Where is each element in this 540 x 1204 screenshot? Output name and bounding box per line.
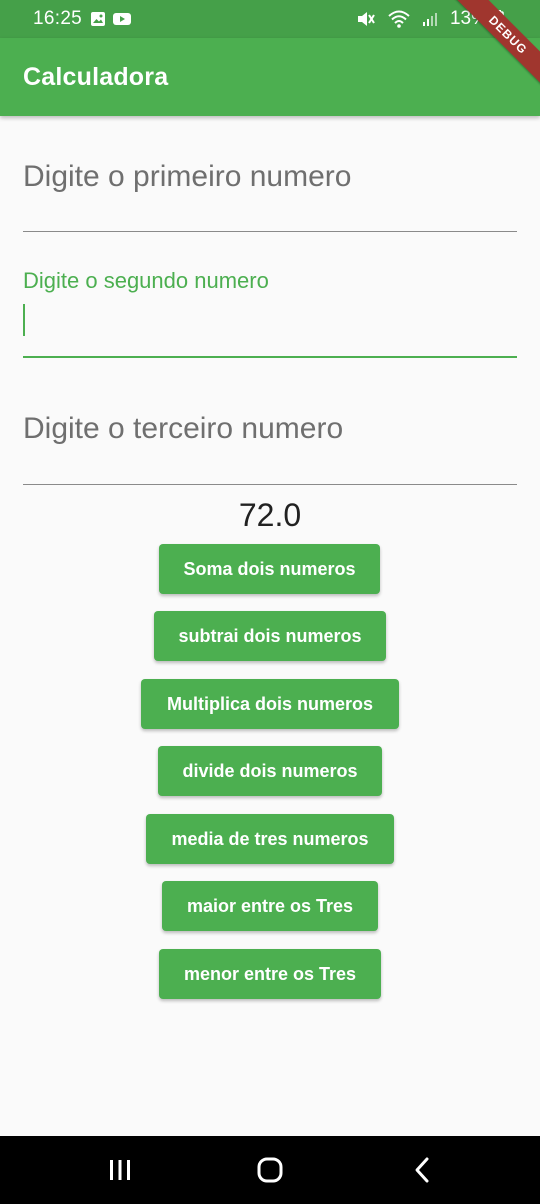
home-icon: [257, 1157, 283, 1183]
second-number-field[interactable]: Digite o segundo numero: [23, 266, 517, 360]
app-bar: Calculadora: [0, 38, 540, 116]
third-number-field[interactable]: Digite o terceiro numero: [23, 404, 517, 488]
recent-apps-icon: [110, 1160, 130, 1180]
third-number-placeholder: Digite o terceiro numero: [23, 412, 344, 445]
text-cursor: [23, 304, 25, 336]
divide-button[interactable]: divide dois numeros: [158, 746, 382, 796]
average-button[interactable]: media de tres numeros: [146, 814, 394, 864]
back-button[interactable]: [392, 1136, 452, 1204]
first-number-placeholder: Digite o primeiro numero: [23, 160, 352, 193]
back-icon: [415, 1157, 429, 1183]
status-bar: 16:25 13%: [0, 0, 540, 38]
subtract-button[interactable]: subtrai dois numeros: [154, 611, 386, 661]
signal-icon: [422, 11, 438, 27]
navigation-bar: [0, 1136, 540, 1204]
gallery-icon: [90, 11, 106, 27]
recent-apps-button[interactable]: [90, 1136, 150, 1204]
min-button[interactable]: menor entre os Tres: [159, 949, 381, 999]
home-button[interactable]: [240, 1136, 300, 1204]
result-value: 72.0: [238, 497, 302, 533]
page-title: Calculadora: [23, 62, 169, 91]
first-number-field[interactable]: Digite o primeiro numero: [23, 150, 517, 234]
wifi-icon: [388, 10, 410, 28]
second-number-label: Digite o segundo numero: [23, 268, 269, 293]
max-button[interactable]: maior entre os Tres: [162, 881, 378, 931]
youtube-icon: [112, 11, 132, 27]
third-number-underline: [23, 484, 517, 485]
sum-button[interactable]: Soma dois numeros: [159, 544, 380, 594]
status-time: 16:25: [33, 8, 83, 29]
first-number-underline: [23, 231, 517, 232]
second-number-underline: [23, 356, 517, 358]
multiply-button[interactable]: Multiplica dois numeros: [141, 679, 399, 729]
mute-icon: [356, 10, 376, 28]
